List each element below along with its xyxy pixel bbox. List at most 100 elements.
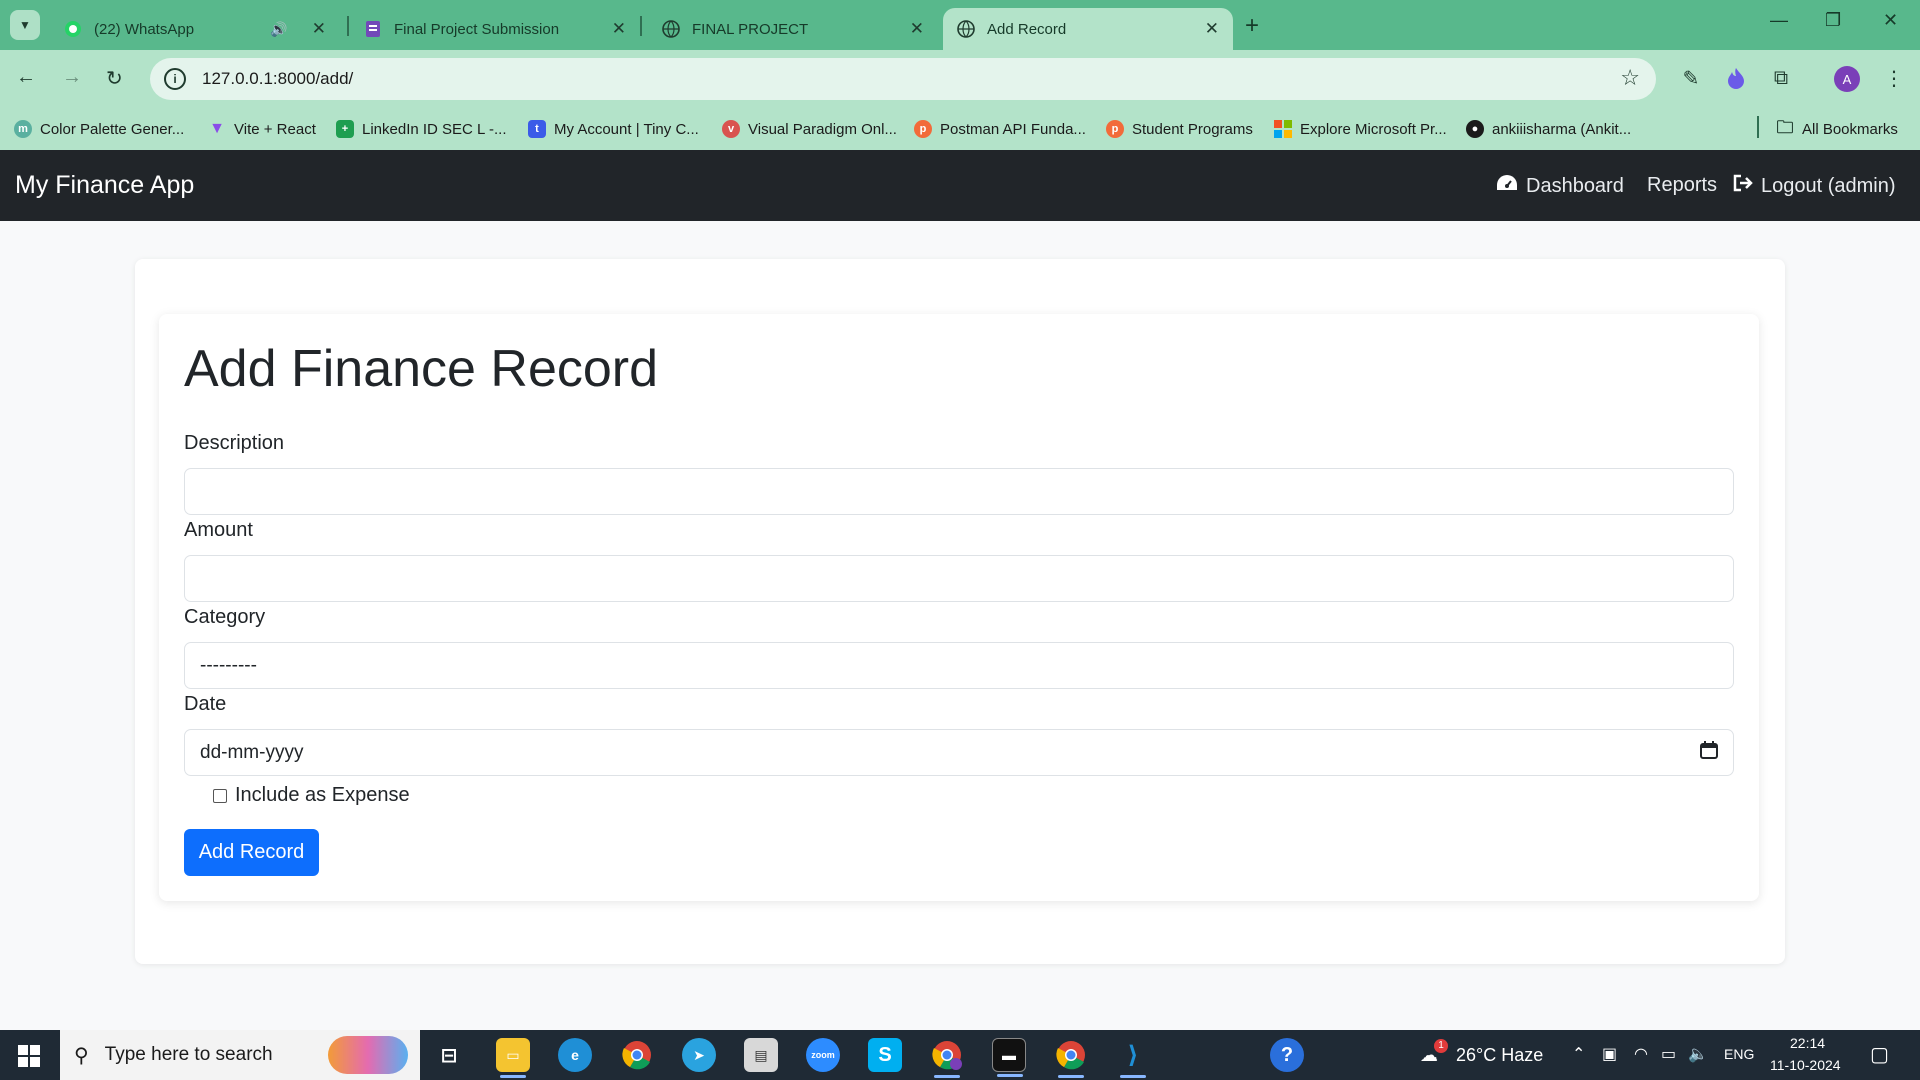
bookmark-label: Vite + React xyxy=(234,120,316,138)
bookmark-item[interactable]: + LinkedIn ID SEC L -... xyxy=(336,116,507,142)
tab-whatsapp[interactable]: (22) WhatsApp 🔊 ✕ xyxy=(50,8,340,50)
folder-icon: 🗀 xyxy=(1776,117,1794,137)
brand-link[interactable]: My Finance App xyxy=(15,171,194,200)
bookmark-item[interactable]: Explore Microsoft Pr... xyxy=(1274,116,1447,142)
edge-icon[interactable]: e xyxy=(558,1038,592,1072)
nav-dashboard[interactable]: Dashboard xyxy=(1496,174,1624,198)
clock-date[interactable]: 11-10-2024 xyxy=(1770,1057,1841,1073)
flame-extension-icon[interactable] xyxy=(1722,64,1750,92)
all-bookmarks-label: All Bookmarks xyxy=(1802,120,1898,138)
help-icon[interactable]: ? xyxy=(1270,1038,1304,1072)
page-title: Add Finance Record xyxy=(184,340,659,398)
url-text[interactable]: 127.0.0.1:8000/add/ xyxy=(202,69,353,89)
bookmark-item[interactable]: v Visual Paradigm Onl... xyxy=(722,116,897,142)
close-icon[interactable]: ✕ xyxy=(312,19,326,39)
window-close-button[interactable]: ✕ xyxy=(1883,10,1898,31)
search-placeholder: Type here to search xyxy=(104,1044,273,1065)
volume-icon[interactable]: 🔈 xyxy=(1688,1044,1708,1064)
site-info-icon[interactable]: i xyxy=(164,68,186,90)
skype-icon[interactable]: S xyxy=(868,1038,902,1072)
new-tab-button[interactable]: + xyxy=(1245,12,1259,40)
bookmark-star-icon[interactable]: ☆ xyxy=(1620,65,1640,91)
battery-icon[interactable]: ▭ xyxy=(1661,1044,1676,1064)
extensions-puzzle-icon[interactable]: ⧉ xyxy=(1767,64,1795,92)
task-view-icon[interactable]: ⊟ xyxy=(432,1038,466,1072)
forward-button[interactable]: → xyxy=(62,66,82,89)
taskbar-search[interactable]: ⚲ Type here to search xyxy=(60,1030,420,1080)
tab-title: Final Project Submission xyxy=(394,20,560,38)
close-icon[interactable]: ✕ xyxy=(910,19,924,39)
bookmark-label: Explore Microsoft Pr... xyxy=(1300,120,1447,138)
bookmark-item[interactable]: p Postman API Funda... xyxy=(914,116,1086,142)
chrome-secondary-icon[interactable] xyxy=(1054,1038,1088,1078)
bookmarks-bar: m Color Palette Gener... ▼ Vite + React + L… xyxy=(0,108,1920,150)
search-icon: ⚲ xyxy=(74,1044,89,1067)
bookmark-label: Student Programs xyxy=(1132,120,1253,138)
search-highlight-image xyxy=(328,1036,408,1074)
language-indicator[interactable]: ENG xyxy=(1724,1046,1754,1062)
amount-input[interactable] xyxy=(184,555,1734,602)
address-bar[interactable]: i 127.0.0.1:8000/add/ ☆ xyxy=(150,58,1656,100)
description-input[interactable] xyxy=(184,468,1734,515)
date-input[interactable]: dd-mm-yyyy xyxy=(184,729,1734,776)
chevron-down-icon: ▼ xyxy=(19,18,31,32)
chrome-icon[interactable] xyxy=(620,1038,654,1072)
chevron-up-icon[interactable]: ⌃ xyxy=(1572,1044,1585,1064)
dashboard-gauge-icon xyxy=(1496,174,1518,198)
notification-icon[interactable]: ▢ xyxy=(1870,1042,1889,1067)
vscode-icon[interactable]: ⟩ xyxy=(1116,1038,1150,1078)
clock-time[interactable]: 22:14 xyxy=(1790,1035,1825,1051)
category-select[interactable]: --------- xyxy=(184,642,1734,689)
nav-logout-label: Logout (admin) xyxy=(1761,174,1896,197)
tab-divider xyxy=(640,16,642,36)
monitor-icon[interactable]: ▣ xyxy=(1602,1044,1617,1064)
tab-search-button[interactable]: ▼ xyxy=(10,10,40,40)
bookmark-label: ankiiisharma (Ankit... xyxy=(1492,120,1632,138)
browser-menu-icon[interactable]: ⋮ xyxy=(1880,64,1908,92)
tab-final-project[interactable]: FINAL PROJECT ✕ xyxy=(648,8,938,50)
chrome-profile-icon[interactable] xyxy=(930,1038,964,1078)
tiny-icon: t xyxy=(528,120,546,138)
sheets-icon: + xyxy=(336,120,354,138)
document-app-icon[interactable]: ▤ xyxy=(744,1038,778,1072)
bookmark-item[interactable]: ▼ Vite + React xyxy=(208,116,316,142)
tab-add-record[interactable]: Add Record ✕ xyxy=(943,8,1233,50)
globe-icon xyxy=(957,20,975,38)
calendar-icon[interactable] xyxy=(1700,740,1718,765)
restore-button[interactable]: ❐ xyxy=(1825,10,1841,31)
zoom-icon[interactable]: zoom xyxy=(806,1038,840,1072)
nav-logout[interactable]: Logout (admin) xyxy=(1733,174,1896,198)
expense-checkbox[interactable] xyxy=(213,788,227,803)
bookmark-item[interactable]: t My Account | Tiny C... xyxy=(528,116,699,142)
close-icon[interactable]: ✕ xyxy=(612,19,626,39)
reload-button[interactable]: ↻ xyxy=(106,66,123,91)
all-bookmarks-button[interactable]: 🗀 All Bookmarks xyxy=(1776,116,1898,142)
weather-text[interactable]: 26°C Haze xyxy=(1456,1045,1543,1066)
expense-checkbox-row[interactable]: Include as Expense xyxy=(213,784,410,807)
whatsapp-icon xyxy=(64,20,82,38)
file-explorer-icon[interactable]: ▭ xyxy=(496,1038,530,1078)
windows-start-icon[interactable] xyxy=(18,1045,40,1067)
bookmark-item[interactable]: p Student Programs xyxy=(1106,116,1253,142)
back-button[interactable]: ← xyxy=(16,66,36,89)
nav-reports[interactable]: Reports xyxy=(1647,174,1717,197)
pen-extension-icon[interactable]: ✎ xyxy=(1677,64,1705,92)
tab-final-project-submission[interactable]: Final Project Submission ✕ xyxy=(350,8,640,50)
form-card: Add Finance Record Description Amount Ca… xyxy=(159,314,1759,901)
vp-icon: v xyxy=(722,120,740,138)
bookmark-item[interactable]: m Color Palette Gener... xyxy=(14,116,184,142)
browser-toolbar: ← → ↻ i 127.0.0.1:8000/add/ ☆ ✎ ⧉ A ⋮ xyxy=(0,50,1920,108)
terminal-icon[interactable]: ▬ xyxy=(992,1038,1026,1077)
minimize-button[interactable]: — xyxy=(1770,10,1788,31)
telegram-icon[interactable]: ➤ xyxy=(682,1038,716,1072)
profile-avatar[interactable]: A xyxy=(1834,66,1860,92)
bookmark-item[interactable]: ● ankiiisharma (Ankit... xyxy=(1466,116,1631,142)
wifi-icon[interactable]: ◠ xyxy=(1634,1044,1648,1064)
logout-icon xyxy=(1733,174,1753,198)
speaker-icon[interactable]: 🔊 xyxy=(270,21,287,38)
add-record-button[interactable]: Add Record xyxy=(184,829,319,876)
tab-title: FINAL PROJECT xyxy=(692,20,809,38)
bookmark-label: Visual Paradigm Onl... xyxy=(748,120,897,138)
tab-title: (22) WhatsApp xyxy=(94,20,195,38)
close-icon[interactable]: ✕ xyxy=(1205,19,1219,39)
